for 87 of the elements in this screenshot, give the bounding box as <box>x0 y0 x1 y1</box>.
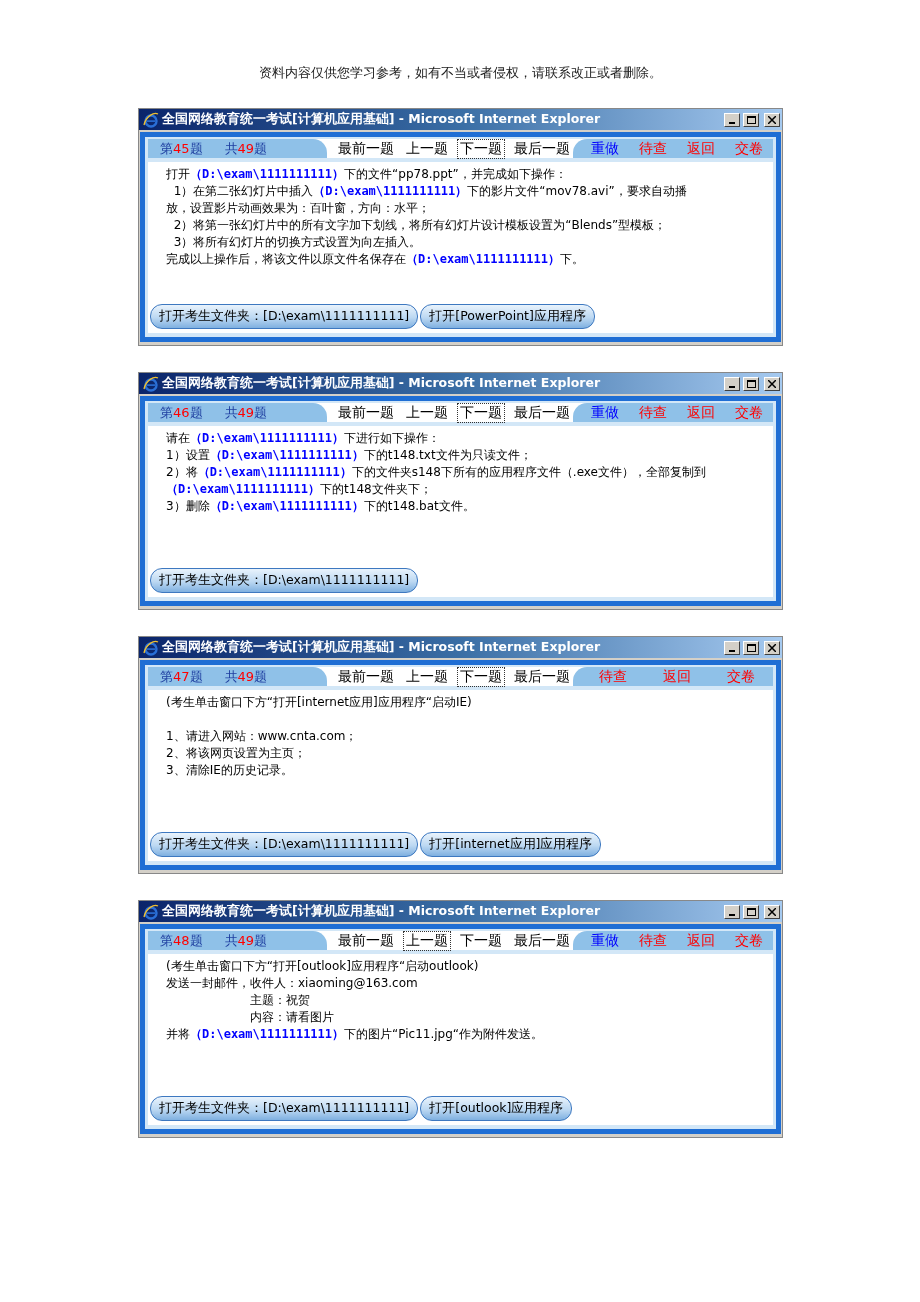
instruction-line: 打开（D:\exam\1111111111）下的文件“pp78.ppt”，并完成如下操作： <box>166 166 568 183</box>
open-button[interactable]: 打开[PowerPoint]应用程序 <box>420 304 595 329</box>
nav-link[interactable]: 下一题 <box>456 138 505 159</box>
window-title: 全国网络教育统一考试[计算机应用基础] - Microsoft Internet Explorer <box>162 903 602 920</box>
maximize-icon <box>746 379 756 388</box>
question-counter: 第47题 <box>160 667 203 686</box>
total-counter: 共49题 <box>224 931 268 950</box>
browser-icon <box>143 639 159 656</box>
disclaimer-text: 资料内容仅供您学习参考，如有不当或者侵权，请联系改正或者删除。 <box>258 64 662 82</box>
maximize-button[interactable] <box>743 376 759 391</box>
instruction-line: 内容：请看图片 <box>249 1009 335 1026</box>
instruction-line: (考生单击窗口下方“打开[internet应用]应用程序“启动IE) <box>166 694 473 711</box>
nav-link[interactable]: 最后一题 <box>510 666 573 687</box>
question-counter: 第45题 <box>160 139 203 158</box>
nav-link[interactable]: 最后一题 <box>510 138 573 159</box>
instruction-line: 2）将（D:\exam\1111111111）下的文件夹s148下所有的应用程序文件（.exe文件），全部复制到 <box>166 464 707 481</box>
close-icon <box>768 643 776 652</box>
maximize-button[interactable] <box>743 112 759 127</box>
instruction-line: （D:\exam\1111111111）下的t148文件夹下； <box>166 481 433 498</box>
nav-link[interactable]: 最前一题 <box>334 138 397 159</box>
total-counter: 共49题 <box>224 139 268 158</box>
nav-link[interactable]: 最后一题 <box>510 930 573 951</box>
minimize-button[interactable] <box>724 112 740 127</box>
action-link[interactable]: 重做 <box>590 139 619 158</box>
nav-link[interactable]: 最前一题 <box>334 666 397 687</box>
open-button[interactable]: 打开考生文件夹：[D:\exam\1111111111] <box>150 568 419 593</box>
nav-link[interactable]: 下一题 <box>456 402 505 423</box>
maximize-button[interactable] <box>743 904 759 919</box>
minimize-button[interactable] <box>724 640 740 655</box>
instruction-line: 并将（D:\exam\1111111111）下的图片“Pic11.jpg“作为附件发送。 <box>166 1026 545 1043</box>
close-icon <box>768 379 776 388</box>
instruction-line: 1、请进入网站：www.cnta.com； <box>166 728 359 745</box>
instruction-line: 2、将该网页设置为主页； <box>166 745 307 762</box>
instruction-line: 主题：祝贺 <box>249 992 311 1009</box>
instruction-line: 完成以上操作后，将该文件以原文件名保存在（D:\exam\1111111111）下。 <box>166 251 586 268</box>
total-counter: 共49题 <box>224 403 268 422</box>
nav-link[interactable]: 下一题 <box>456 666 505 687</box>
nav-link[interactable]: 上一题 <box>402 666 451 687</box>
minimize-button[interactable] <box>724 376 740 391</box>
instruction-line: (考生单击窗口下方“打开[outlook]应用程序“启动outlook) <box>166 958 480 975</box>
nav-link[interactable]: 最前一题 <box>334 930 397 951</box>
total-counter: 共49题 <box>224 667 268 686</box>
browser-icon <box>143 903 159 920</box>
maximize-icon <box>746 115 756 124</box>
nav-link[interactable]: 最前一题 <box>334 402 397 423</box>
nav-link[interactable]: 最后一题 <box>510 402 573 423</box>
instruction-line: 3）删除（D:\exam\1111111111）下的t148.bat文件。 <box>166 498 476 515</box>
instruction-line: 请在（D:\exam\1111111111）下进行如下操作： <box>166 430 442 447</box>
window-title: 全国网络教育统一考试[计算机应用基础] - Microsoft Internet Explorer <box>162 111 602 128</box>
browser-icon <box>143 111 159 128</box>
instruction-line: 1）设置（D:\exam\1111111111）下的t148.txt文件为只读文件； <box>166 447 533 464</box>
open-button[interactable]: 打开考生文件夹：[D:\exam\1111111111] <box>150 832 419 857</box>
question-counter: 第46题 <box>160 403 203 422</box>
maximize-icon <box>746 643 756 652</box>
nav-link[interactable]: 上一题 <box>402 402 451 423</box>
close-icon <box>768 115 776 124</box>
minimize-button[interactable] <box>724 904 740 919</box>
close-button[interactable] <box>764 640 780 655</box>
close-button[interactable] <box>764 376 780 391</box>
action-link[interactable]: 重做 <box>590 931 619 950</box>
instruction-line: 1）在第二张幻灯片中插入（D:\exam\1111111111）下的影片文件“mov78.avi”，要求自动播 <box>172 183 688 200</box>
window-title: 全国网络教育统一考试[计算机应用基础] - Microsoft Internet Explorer <box>162 375 602 392</box>
open-button[interactable]: 打开考生文件夹：[D:\exam\1111111111] <box>150 1096 419 1121</box>
instruction-line: 发送一封邮件，收件人：xiaoming@163.com <box>166 975 419 992</box>
open-button[interactable]: 打开[internet应用]应用程序 <box>420 832 602 857</box>
close-icon <box>768 907 776 916</box>
open-button[interactable]: 打开考生文件夹：[D:\exam\1111111111] <box>150 304 419 329</box>
nav-link[interactable]: 下一题 <box>456 930 505 951</box>
minimize-icon <box>729 913 735 916</box>
window-title: 全国网络教育统一考试[计算机应用基础] - Microsoft Internet Explorer <box>162 639 602 656</box>
instruction-line: 3）将所有幻灯片的切换方式设置为向左插入。 <box>172 234 423 251</box>
close-button[interactable] <box>764 904 780 919</box>
instruction-line: 放，设置影片动画效果为：百叶窗，方向：水平； <box>166 200 431 217</box>
instruction-line: 2）将第一张幻灯片中的所有文字加下划线，将所有幻灯片设计模板设置为“Blends”型模板； <box>172 217 668 234</box>
action-link[interactable]: 重做 <box>590 403 619 422</box>
close-button[interactable] <box>764 112 780 127</box>
question-counter: 第48题 <box>160 931 203 950</box>
instruction-line: 3、清除IE的历史记录。 <box>166 762 294 779</box>
maximize-icon <box>746 907 756 916</box>
minimize-icon <box>729 121 735 124</box>
nav-link[interactable]: 上一题 <box>402 930 451 951</box>
minimize-icon <box>729 385 735 388</box>
open-button[interactable]: 打开[outlook]应用程序 <box>420 1096 573 1121</box>
browser-icon <box>143 375 159 392</box>
nav-link[interactable]: 上一题 <box>402 138 451 159</box>
minimize-icon <box>729 649 735 652</box>
maximize-button[interactable] <box>743 640 759 655</box>
